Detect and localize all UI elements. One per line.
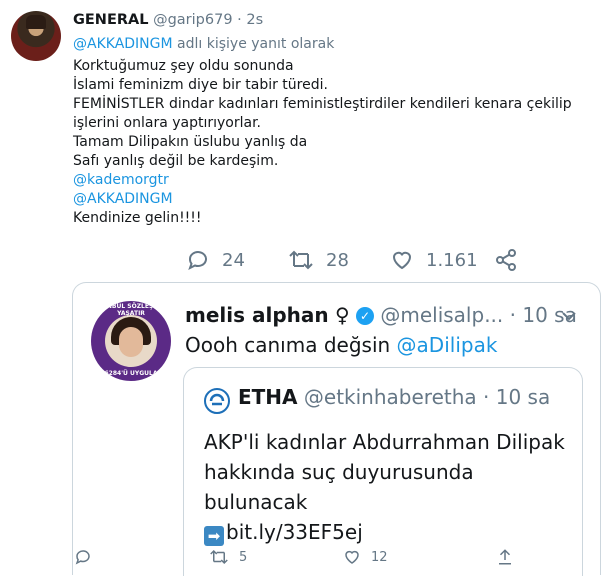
author-avatar[interactable] bbox=[11, 11, 61, 61]
quoted-link-text[interactable]: bit.ly/33EF5ej bbox=[226, 520, 363, 544]
comment-icon bbox=[75, 550, 90, 565]
heart-icon bbox=[345, 550, 359, 564]
etha-logo-icon bbox=[204, 388, 230, 414]
quoted-tweet[interactable]: ETHA @etkinhaberetha · 10 sa AKP'li kadı… bbox=[183, 367, 583, 576]
quoted-header: ETHA @etkinhaberetha · 10 sa bbox=[238, 385, 550, 409]
like-button[interactable]: 1.161 bbox=[390, 248, 478, 272]
tweet-line: FEMİNİSTLER dindar kadınları feministleş… bbox=[73, 96, 572, 131]
embedded-reply-button[interactable] bbox=[74, 548, 92, 566]
tweet-time[interactable]: 2s bbox=[246, 12, 263, 28]
embedded-share-button[interactable] bbox=[496, 548, 514, 566]
right-arrow-icon: ➡ bbox=[204, 526, 224, 546]
reply-context-text: adlı kişiye yanıt olarak bbox=[172, 36, 335, 52]
verified-badge-icon: ✓ bbox=[356, 307, 374, 325]
retweet-icon bbox=[210, 549, 228, 565]
tweet-line: Korktuğumuz şey oldu sonunda bbox=[73, 58, 294, 74]
embedded-text-content: Oooh canıma değsin bbox=[185, 333, 397, 357]
embedded-author-avatar[interactable]: İSTANBUL SÖZLEŞMESİ YAŞATIR 6284'Ü UYGUL… bbox=[91, 301, 171, 381]
like-count: 1.161 bbox=[426, 249, 478, 271]
avatar-frame-text: 6284'Ü UYGULA bbox=[104, 370, 158, 377]
reply-button[interactable]: 24 bbox=[186, 248, 245, 272]
embedded-header: melis alphan ♀ ✓ @melisalp... · 10 sa bbox=[185, 303, 577, 327]
separator-dot: · bbox=[509, 303, 516, 327]
separator-dot: · bbox=[483, 385, 490, 409]
share-button[interactable] bbox=[494, 248, 518, 272]
quoted-author-handle[interactable]: @etkinhaberetha bbox=[304, 385, 477, 409]
quoted-author-name[interactable]: ETHA bbox=[238, 385, 298, 409]
tweet-line: İslami feminizm diye bir tabir türedi. bbox=[73, 77, 328, 93]
author-name[interactable]: GENERAL bbox=[73, 12, 148, 28]
mention-link[interactable]: @kademorgtr bbox=[73, 171, 593, 190]
quoted-time[interactable]: 10 sa bbox=[496, 385, 550, 409]
embedded-retweet-button[interactable]: 5 bbox=[209, 548, 247, 566]
reply-context: @AKKADINGM adlı kişiye yanıt olarak bbox=[73, 36, 334, 52]
reply-count: 24 bbox=[222, 249, 245, 271]
embedded-text: Oooh canıma değsin @aDilipak bbox=[185, 333, 497, 357]
quoted-text-content: AKP'li kadınlar Abdurrahman Dilipak hakk… bbox=[204, 430, 565, 514]
chevron-down-icon[interactable] bbox=[560, 307, 578, 325]
tweet-header: GENERAL @garip679 · 2s bbox=[73, 12, 263, 28]
reply-mention-link[interactable]: @AKKADINGM bbox=[73, 36, 173, 52]
tweet-closing: Kendinize gelin!!!! bbox=[73, 210, 202, 226]
mention-link[interactable]: @AKKADINGM bbox=[73, 190, 593, 209]
comment-icon bbox=[188, 251, 207, 270]
embedded-author-name[interactable]: melis alphan bbox=[185, 303, 329, 327]
tweet-body: Korktuğumuz şey oldu sonunda İslami femi… bbox=[73, 57, 593, 228]
quoted-text: AKP'li kadınlar Abdurrahman Dilipak hakk… bbox=[204, 427, 574, 547]
tweet-line: Tamam Dilipakın üslubu yanlış da bbox=[73, 134, 308, 150]
embedded-tweet[interactable]: İSTANBUL SÖZLEŞMESİ YAŞATIR 6284'Ü UYGUL… bbox=[72, 282, 601, 576]
author-symbol: ♀ bbox=[334, 303, 350, 327]
mention-link[interactable]: @aDilipak bbox=[397, 333, 498, 357]
avatar-frame-text: İSTANBUL SÖZLEŞMESİ YAŞATIR bbox=[92, 303, 170, 317]
author-handle[interactable]: @garip679 bbox=[153, 12, 232, 28]
embedded-retweet-count: 5 bbox=[239, 549, 248, 565]
quoted-link[interactable]: ➡ bit.ly/33EF5ej bbox=[204, 520, 363, 546]
heart-icon bbox=[392, 251, 412, 270]
embedded-like-count: 12 bbox=[371, 549, 388, 565]
separator-dot: · bbox=[237, 12, 242, 28]
tweet-line: Safı yanlış değil be kardeşim. bbox=[73, 153, 279, 169]
retweet-count: 28 bbox=[326, 249, 349, 271]
retweet-icon bbox=[289, 250, 313, 270]
embedded-actions: 5 12 bbox=[0, 548, 614, 570]
retweet-button[interactable]: 28 bbox=[288, 248, 349, 272]
share-icon bbox=[496, 249, 516, 271]
embedded-author-handle[interactable]: @melisalp... bbox=[380, 303, 503, 327]
embedded-like-button[interactable]: 12 bbox=[343, 548, 388, 566]
share-icon bbox=[499, 549, 511, 565]
